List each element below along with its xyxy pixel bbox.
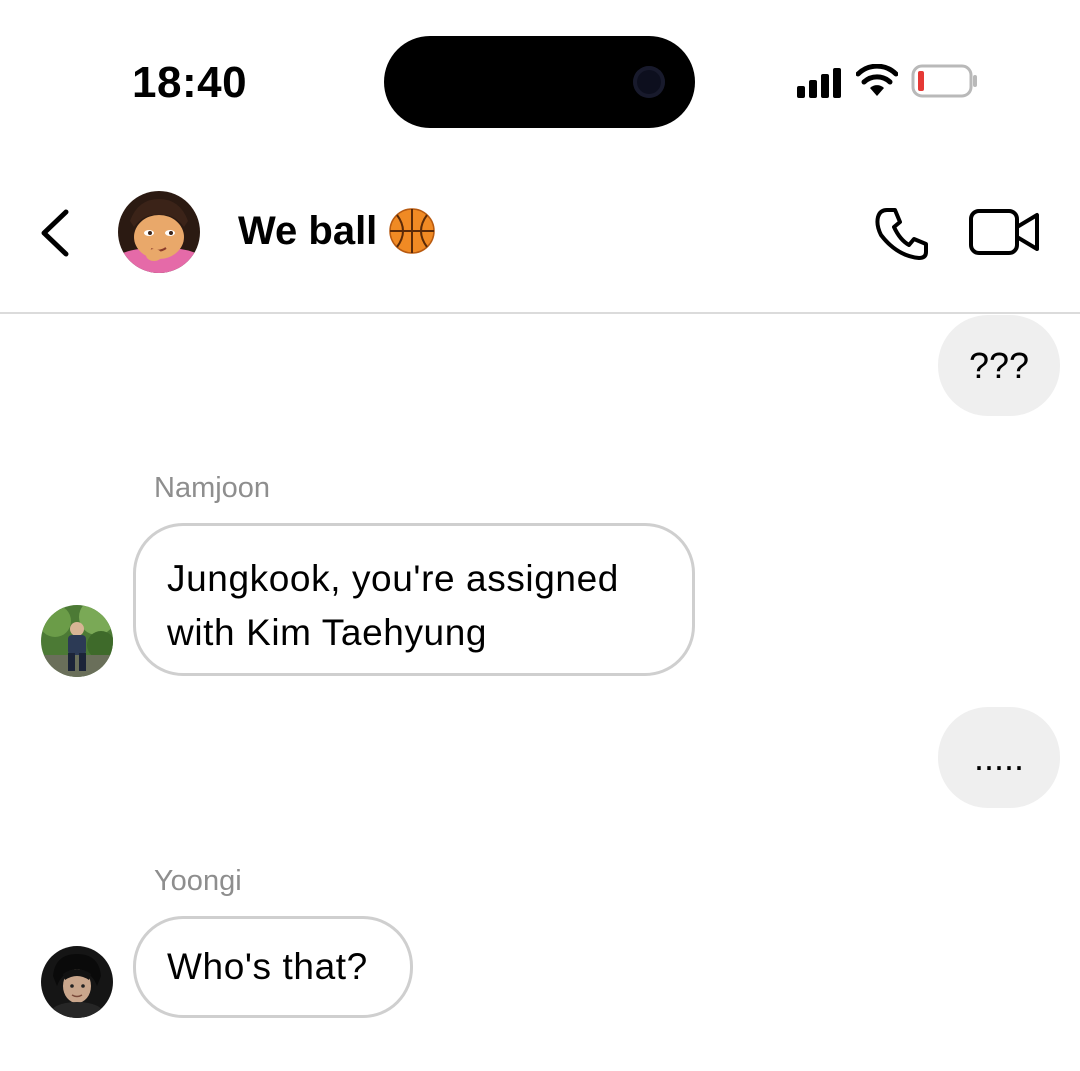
avatar-yoongi-image [41,946,113,1018]
avatar-namjoon[interactable] [41,605,113,677]
video-call-icon[interactable] [968,205,1042,261]
incoming-message-bubble[interactable]: Who's that? [133,916,413,1018]
wifi-icon [856,64,898,96]
group-avatar[interactable] [118,191,200,273]
message-text: ..... [973,736,1024,778]
avatar-yoongi[interactable] [41,946,113,1018]
group-avatar-image [118,191,200,273]
message-text: ??? [968,344,1030,386]
phone-call-icon[interactable] [873,205,931,263]
group-title[interactable]: We ball [238,208,436,254]
status-time: 18:40 [132,58,248,107]
cellular-signal-icon [797,68,841,98]
basketball-icon [389,208,436,254]
group-name: We ball [238,208,378,253]
back-chevron-icon[interactable] [36,208,76,258]
front-camera-icon [633,66,665,98]
sender-name: Namjoon [154,472,271,504]
message-text-line: with Kim Taehyung [167,612,488,653]
message-text: Who's that? [167,946,368,987]
header-divider [0,312,1080,314]
avatar-namjoon-image [41,605,113,677]
incoming-message-bubble[interactable]: Jungkook, you're assigned with Kim Taehy… [133,523,695,676]
outgoing-message-bubble[interactable]: ??? [938,315,1060,416]
message-text-line: Jungkook, you're assigned [167,558,619,599]
battery-low-icon [911,64,977,98]
sender-name: Yoongi [154,865,242,897]
outgoing-message-bubble[interactable]: ..... [938,707,1060,808]
